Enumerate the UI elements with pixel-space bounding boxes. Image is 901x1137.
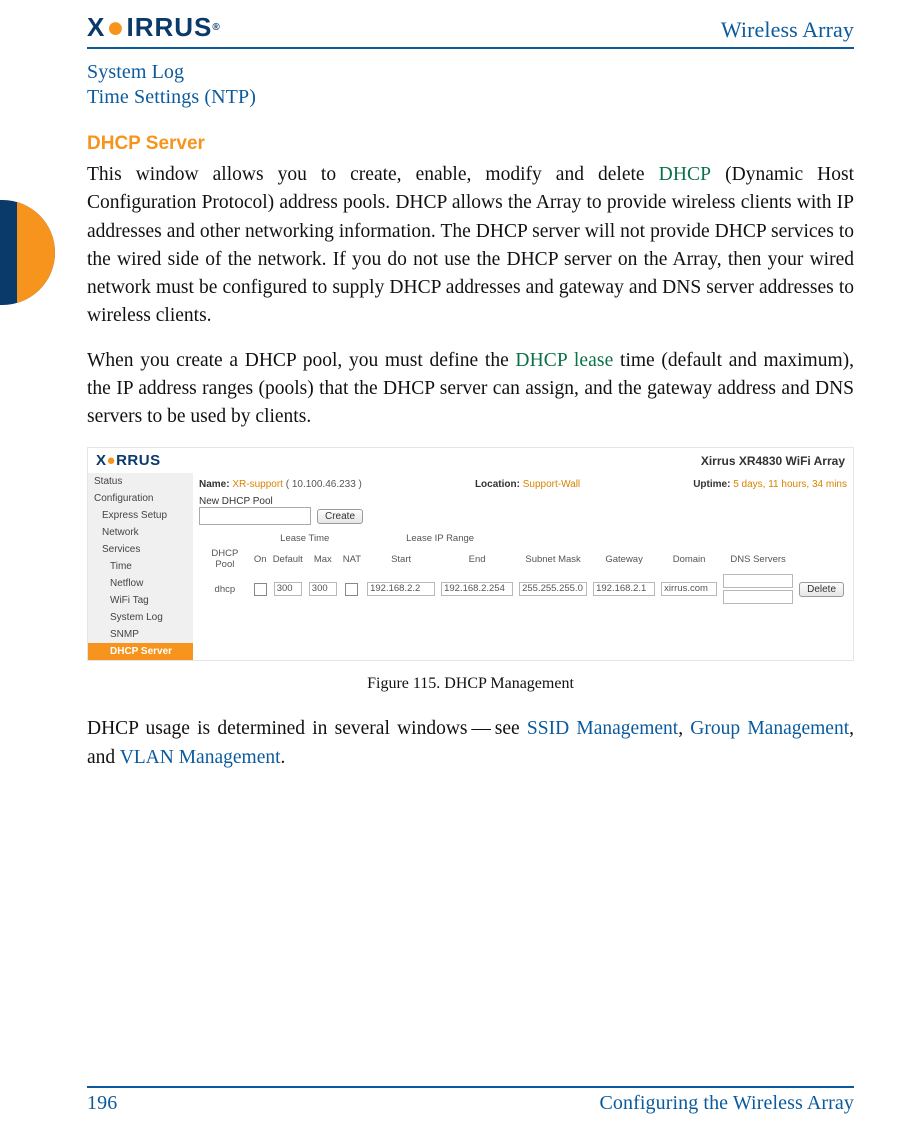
cell-default[interactable]: 300 [274,582,302,596]
table-header: DNS Servers [720,546,796,572]
table-header: Subnet Mask [516,546,590,572]
table-header: DHCP Pool [199,546,251,572]
table-header: End [438,546,516,572]
text: (Dynamic Host Configuration Protocol) ad… [87,164,854,326]
checkbox-nat[interactable] [345,583,358,596]
document-title: Wireless Array [721,17,854,43]
cell-domain[interactable]: xirrus.com [661,582,717,596]
figure-dhcp-management: X●RRUS Xirrus XR4830 WiFi Array StatusCo… [87,447,854,661]
sidebar-item[interactable]: System Log [88,609,193,626]
cell-mask[interactable]: 255.255.255.0 [519,582,587,596]
text: DHCP usage is determined in several wind… [87,718,527,739]
new-pool-input[interactable] [199,507,311,525]
table-row: dhcp 300 300 192.168.2.2 192.168.2.254 2… [199,572,847,606]
cell-max[interactable]: 300 [309,582,337,596]
table-header: Start [364,546,438,572]
text: , [678,718,690,739]
table-header: Default [270,546,306,572]
sidebar-item[interactable]: Time [88,558,193,575]
meta-name-value: XR-support [232,479,283,490]
text: When you create a DHCP pool, you must de… [87,350,515,371]
sidebar-item[interactable]: Status [88,473,193,490]
link-group-management[interactable]: Group Management [690,718,849,739]
meta-location-label: Location: [475,479,520,490]
sidebar-item[interactable]: Configuration [88,490,193,507]
new-pool-label: New DHCP Pool [199,496,847,507]
cell-start[interactable]: 192.168.2.2 [367,582,435,596]
create-button[interactable]: Create [317,509,363,524]
chapter-tab [0,200,55,305]
cell-pool: dhcp [199,572,251,606]
table-header [796,546,847,572]
cell-dns1[interactable] [723,574,793,588]
sidebar-item[interactable]: Express Setup [88,507,193,524]
text: This window allows you to create, enable… [87,164,659,185]
link-system-log[interactable]: System Log [87,61,854,84]
figure-sidebar: StatusConfigurationExpress SetupNetworkS… [88,473,193,660]
sidebar-item[interactable]: Services [88,541,193,558]
paragraph-3: DHCP usage is determined in several wind… [87,715,854,772]
sidebar-item[interactable]: Netflow [88,575,193,592]
cell-dns2[interactable] [723,590,793,604]
page-number: 196 [87,1092,117,1115]
link-vlan-management[interactable]: VLAN Management [120,747,281,768]
sidebar-item[interactable]: DHCP Server [88,643,193,660]
table-header: On [251,546,270,572]
cell-gateway[interactable]: 192.168.2.1 [593,582,655,596]
dhcp-table: Lease Time Lease IP Range DHCP PoolOnDef… [199,531,847,606]
sidebar-item[interactable]: Network [88,524,193,541]
figure-meta-row: Name: XR-support ( 10.100.46.233 ) Locat… [199,477,847,496]
section-heading: DHCP Server [87,133,854,155]
text: . [281,747,286,768]
checkbox-on[interactable] [254,583,267,596]
paragraph-2: When you create a DHCP pool, you must de… [87,347,854,432]
cell-end[interactable]: 192.168.2.254 [441,582,513,596]
group-lease-range: Lease IP Range [364,531,516,546]
meta-uptime-label: Uptime: [693,479,730,490]
table-header: Domain [658,546,720,572]
page-footer: 196 Configuring the Wireless Array [87,1086,854,1115]
header-rule [87,47,854,49]
table-header: Max [306,546,340,572]
link-dhcp-lease[interactable]: DHCP lease [515,350,613,371]
paragraph-1: This window allows you to create, enable… [87,161,854,331]
sidebar-item[interactable]: WiFi Tag [88,592,193,609]
figure-caption: Figure 115. DHCP Management [87,675,854,693]
sidebar-item[interactable]: SNMP [88,626,193,643]
delete-button[interactable]: Delete [799,582,844,597]
footer-section-title: Configuring the Wireless Array [599,1092,854,1115]
meta-name-ip: ( 10.100.46.233 ) [286,479,362,490]
meta-name-label: Name: [199,479,230,490]
link-time-settings[interactable]: Time Settings (NTP) [87,86,854,109]
table-header: Gateway [590,546,658,572]
group-lease-time: Lease Time [270,531,340,546]
link-dhcp[interactable]: DHCP [659,164,711,185]
brand-text: IRRUS [126,12,212,43]
footer-rule [87,1086,854,1088]
table-header: NAT [340,546,364,572]
figure-logo: X●RRUS [96,452,161,469]
brand-logo: X●IRRUS® // The logo wants XIRRUS but wi… [87,12,221,43]
meta-uptime-value: 5 days, 11 hours, 34 mins [733,479,847,490]
figure-model: Xirrus XR4830 WiFi Array [701,454,845,468]
link-ssid-management[interactable]: SSID Management [527,718,678,739]
meta-location-value: Support-Wall [523,479,580,490]
page-header: X●IRRUS® // The logo wants XIRRUS but wi… [87,0,854,47]
figure-main: Name: XR-support ( 10.100.46.233 ) Locat… [193,473,853,660]
